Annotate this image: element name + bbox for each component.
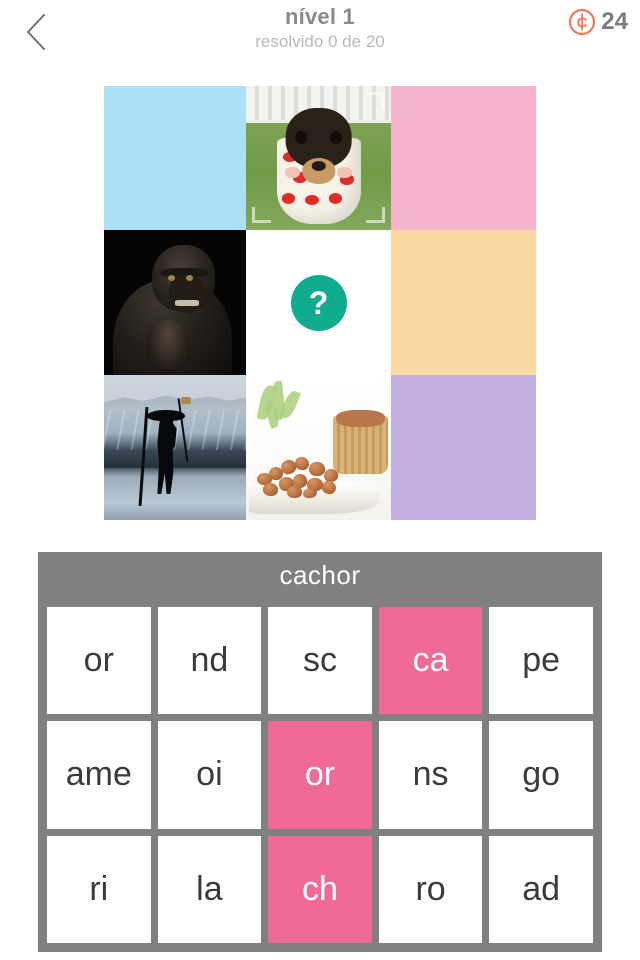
letter-tile[interactable]: oi (157, 721, 262, 829)
letter-tile[interactable]: sc (268, 607, 372, 715)
coin-icon: C (568, 8, 596, 36)
letter-tile[interactable]: ro (378, 835, 483, 943)
puzzle-cell-1-2[interactable] (246, 86, 391, 230)
green-plant (255, 380, 304, 448)
puzzle-cell-3-1[interactable] (104, 375, 246, 520)
letter-tile[interactable]: ame (47, 721, 151, 829)
puzzle-cell-2-3[interactable] (391, 230, 536, 375)
letter-tile[interactable]: or (268, 721, 372, 829)
letter-tile[interactable]: ch (268, 835, 372, 943)
letter-tile[interactable]: ad (489, 835, 593, 943)
coin-balance[interactable]: C 24 (568, 8, 628, 36)
letter-tile[interactable]: ca (378, 607, 483, 715)
puzzle-cell-2-2[interactable]: ? (246, 230, 391, 375)
puzzle-image-grid: ? (104, 86, 536, 520)
letter-tile[interactable]: la (157, 835, 262, 943)
hint-cell[interactable]: ? (246, 230, 391, 375)
letter-tile[interactable]: ns (378, 721, 483, 829)
letter-tile[interactable]: pe (489, 607, 593, 715)
question-mark-icon[interactable]: ? (290, 274, 347, 331)
placeholder-tile-peach (391, 230, 536, 375)
letter-tile[interactable]: ri (47, 835, 151, 943)
puzzle-cell-1-1[interactable] (104, 86, 246, 230)
puzzle-cell-3-3[interactable] (391, 375, 536, 520)
photo-fisherman (104, 375, 246, 520)
placeholder-tile-blue (104, 86, 246, 230)
letter-tile[interactable]: go (489, 721, 593, 829)
app-header: nível 1 resolvido 0 de 20 C 24 (0, 0, 640, 72)
page-title: nível 1 (285, 4, 355, 29)
current-word-display[interactable]: cachor (38, 552, 602, 598)
placeholder-tile-pink (391, 86, 536, 230)
photo-puppy-in-cup (246, 86, 391, 230)
answer-panel: cachor or nd sc ca pe ame oi or ns go ri la ch ro ad (38, 552, 602, 952)
letter-tile-grid: or nd sc ca pe ame oi or ns go ri la ch ro ad (47, 607, 593, 943)
letter-tile[interactable]: or (47, 607, 151, 715)
header-title-block: nível 1 resolvido 0 de 20 (0, 4, 640, 53)
puzzle-cell-2-1[interactable] (104, 230, 246, 375)
peanut-pile (255, 445, 357, 501)
progress-subtitle: resolvido 0 de 20 (255, 32, 385, 51)
photo-gorilla (104, 230, 246, 375)
puzzle-cell-1-3[interactable] (391, 86, 536, 230)
puzzle-cell-3-2[interactable] (246, 375, 391, 520)
photo-peanuts (246, 375, 391, 520)
coin-count: 24 (601, 8, 628, 35)
placeholder-tile-lavender (391, 375, 536, 520)
letter-tile[interactable]: nd (157, 607, 262, 715)
